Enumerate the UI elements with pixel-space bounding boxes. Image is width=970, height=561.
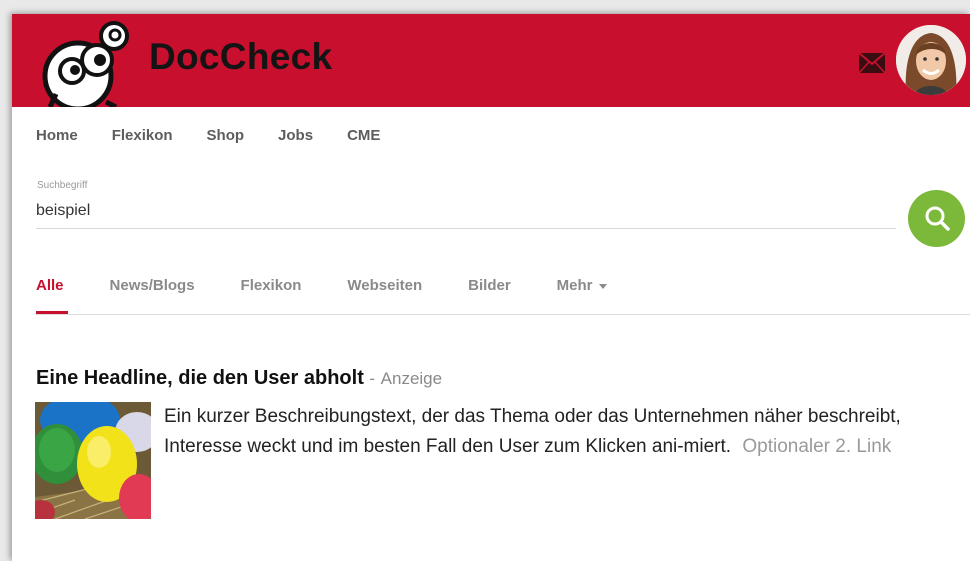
search-label: Suchbegriff — [37, 180, 88, 191]
search-underline — [36, 228, 896, 229]
header-bar: DocCheck — [12, 14, 970, 107]
result-tabs: Alle News/Blogs Flexikon Webseiten Bilde… — [36, 277, 653, 294]
main-nav: Home Flexikon Shop Jobs CME — [36, 127, 414, 149]
brand-name[interactable]: DocCheck — [149, 36, 332, 78]
ad-label: Anzeige — [380, 369, 443, 388]
nav-jobs[interactable]: Jobs — [278, 127, 313, 149]
avatar-photo — [896, 25, 966, 95]
search-input[interactable] — [36, 198, 894, 224]
browser-page: DocCheck Home Flexikon Shop Jobs CME Suc… — [12, 14, 970, 561]
tab-webseiten[interactable]: Webseiten — [347, 277, 422, 294]
active-tab-indicator — [36, 311, 68, 314]
ad-thumbnail[interactable] — [35, 402, 151, 519]
mail-icon[interactable] — [859, 53, 885, 73]
search-button[interactable] — [908, 190, 965, 247]
tab-alle[interactable]: Alle — [36, 277, 64, 294]
nav-cme[interactable]: CME — [347, 127, 380, 149]
nav-flexikon[interactable]: Flexikon — [112, 127, 173, 149]
user-avatar[interactable] — [896, 25, 966, 95]
nav-home[interactable]: Home — [36, 127, 78, 149]
tab-mehr[interactable]: Mehr — [557, 277, 607, 294]
doccheck-mascot-logo[interactable] — [36, 14, 140, 107]
ad-description-block: Ein kurzer Beschreibungstext, der das Th… — [164, 402, 954, 462]
ad-headline: Eine Headline, die den User abholt - Anz… — [36, 367, 442, 390]
nav-shop[interactable]: Shop — [207, 127, 245, 149]
chevron-down-icon — [598, 283, 607, 289]
tab-news-blogs[interactable]: News/Blogs — [110, 277, 195, 294]
tab-flexikon[interactable]: Flexikon — [241, 277, 302, 294]
easter-eggs-image — [35, 402, 151, 519]
tab-mehr-label: Mehr — [556, 277, 593, 294]
tab-bilder[interactable]: Bilder — [468, 277, 511, 294]
ad-title-link[interactable]: Eine Headline, die den User abholt — [36, 367, 364, 389]
search-icon — [925, 206, 950, 231]
tabs-divider — [36, 314, 970, 315]
ad-separator: - — [369, 369, 376, 388]
ad-secondary-link[interactable]: Optionaler 2. Link — [742, 436, 891, 457]
